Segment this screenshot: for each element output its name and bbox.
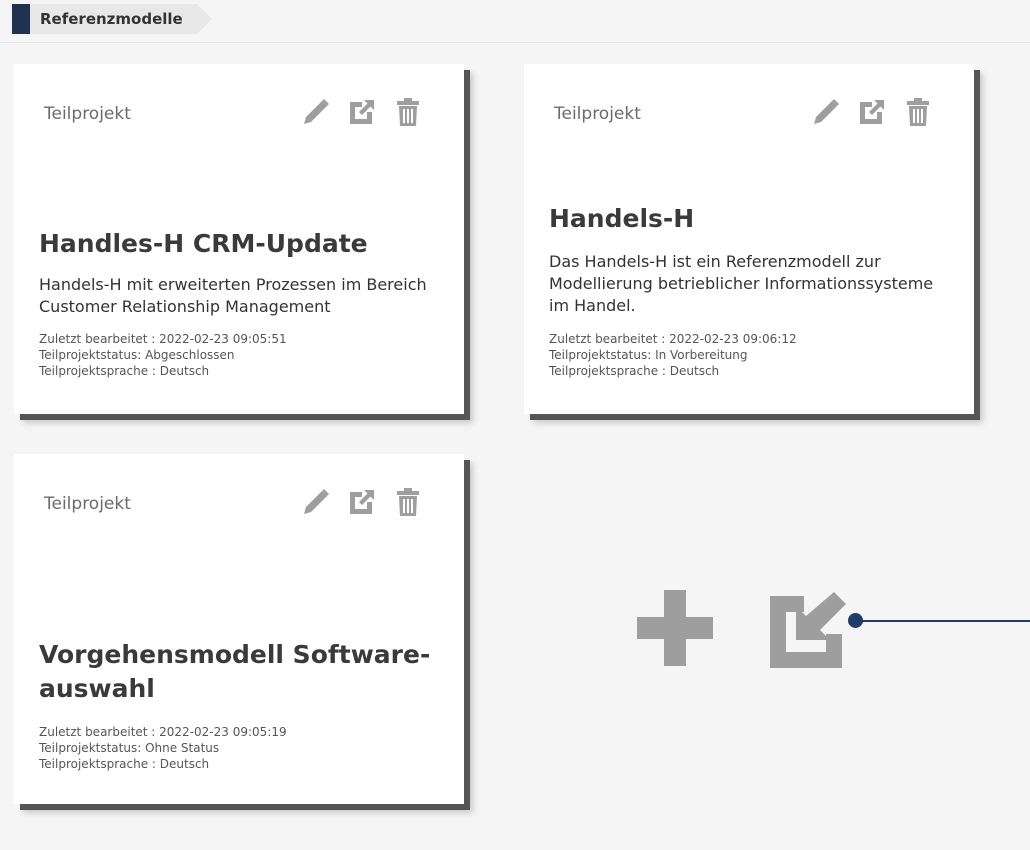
- external-link-icon[interactable]: [346, 96, 378, 128]
- external-link-icon[interactable]: [856, 96, 888, 128]
- external-link-icon[interactable]: [346, 486, 378, 518]
- project-card-1[interactable]: Teilprojekt Handles-H CRM-Update Handels…: [14, 64, 464, 414]
- plus-icon[interactable]: [637, 590, 713, 666]
- card-last-edited: Zuletzt bearbeitet : 2022-02-23 09:05:51: [39, 332, 287, 346]
- card-status: Teilprojektstatus: Abgeschlossen: [39, 348, 235, 362]
- project-card-3[interactable]: Teilprojekt Vorgehensmodell Software-aus…: [14, 454, 464, 804]
- card-meta: Zuletzt bearbeitet : 2022-02-23 09:06:12…: [549, 331, 797, 379]
- breadcrumb: Referenzmodelle: [0, 0, 1030, 43]
- card-actions: [810, 96, 934, 128]
- card-last-edited: Zuletzt bearbeitet : 2022-02-23 09:05:19: [39, 725, 287, 739]
- card-title: Handles-H CRM-Update: [39, 229, 368, 258]
- card-language: Teilprojektsprache : Deutsch: [39, 757, 210, 771]
- card-language: Teilprojektsprache : Deutsch: [549, 364, 720, 378]
- annotation-pointer-line: [856, 620, 1030, 622]
- card-title: Vorgehensmodell Software-auswahl: [39, 640, 431, 703]
- card-description: Handels-H mit erweiterten Prozessen im B…: [39, 275, 427, 316]
- card-type-label: Teilprojekt: [44, 494, 131, 514]
- card-status: Teilprojektstatus: In Vorbereitung: [549, 348, 748, 362]
- project-card-2[interactable]: Teilprojekt Handels-H Das Handels-H ist …: [524, 64, 974, 414]
- card-meta: Zuletzt bearbeitet : 2022-02-23 09:05:19…: [39, 724, 287, 772]
- card-meta: Zuletzt bearbeitet : 2022-02-23 09:05:51…: [39, 331, 287, 379]
- trash-icon[interactable]: [392, 486, 424, 518]
- annotation-pointer-dot: [848, 613, 863, 628]
- card-actions: [300, 486, 424, 518]
- import-icon[interactable]: [770, 588, 850, 668]
- card-title: Handels-H: [549, 204, 695, 233]
- breadcrumb-item-referenzmodelle[interactable]: Referenzmodelle: [30, 4, 212, 34]
- card-description: Das Handels-H ist ein Referenzmodell zur…: [549, 252, 934, 315]
- card-language: Teilprojektsprache : Deutsch: [39, 364, 210, 378]
- trash-icon[interactable]: [902, 96, 934, 128]
- pencil-icon[interactable]: [300, 96, 332, 128]
- card-last-edited: Zuletzt bearbeitet : 2022-02-23 09:06:12: [549, 332, 797, 346]
- breadcrumb-marker: [12, 4, 30, 34]
- trash-icon[interactable]: [392, 96, 424, 128]
- card-type-label: Teilprojekt: [44, 104, 131, 124]
- pencil-icon[interactable]: [300, 486, 332, 518]
- card-status: Teilprojektstatus: Ohne Status: [39, 741, 220, 755]
- pencil-icon[interactable]: [810, 96, 842, 128]
- card-actions: [300, 96, 424, 128]
- card-type-label: Teilprojekt: [554, 104, 641, 124]
